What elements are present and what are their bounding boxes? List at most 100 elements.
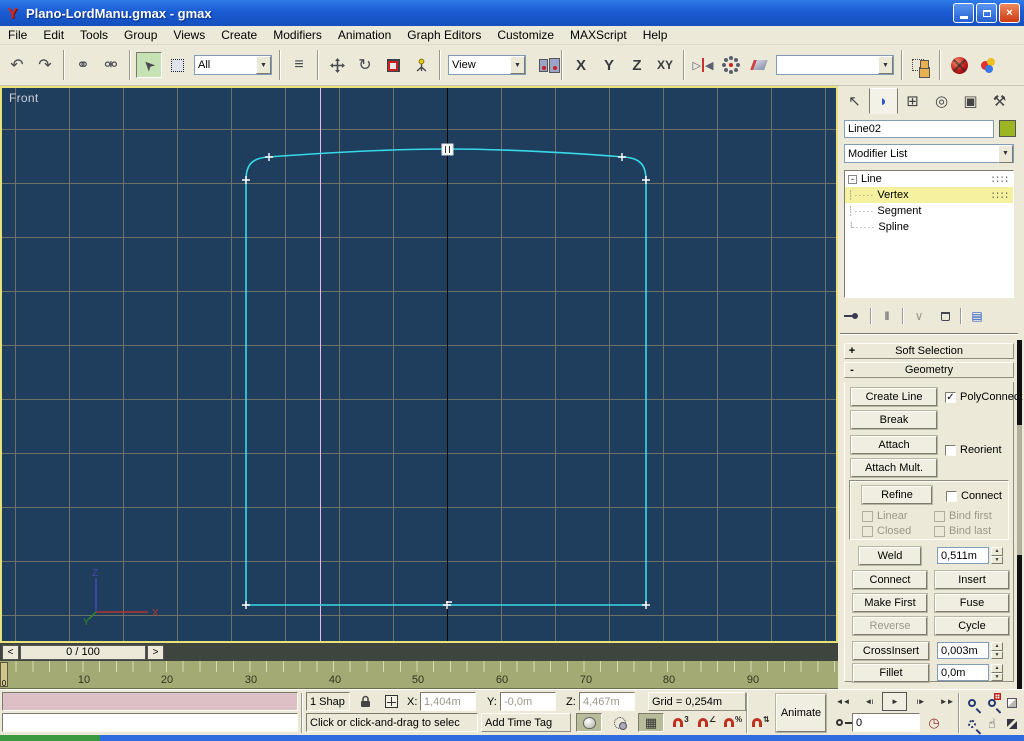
weld-spinner[interactable]: ▲▼ — [991, 547, 1003, 564]
object-name-input[interactable] — [844, 120, 994, 138]
maxscript-listener-pink[interactable] — [2, 692, 298, 711]
tab-modify[interactable]: ◗ — [869, 88, 898, 114]
dotted-selection-toggle-button[interactable] — [607, 713, 633, 732]
close-button[interactable]: × — [999, 3, 1020, 23]
menu-animation[interactable]: Animation — [330, 26, 399, 44]
use-pivot-center-button[interactable] — [530, 52, 556, 78]
polyconnect-checkbox[interactable]: ✓ PolyConnect — [945, 391, 1022, 403]
time-slider-prev-button[interactable]: < — [2, 645, 19, 660]
go-to-end-button[interactable]: ►► — [934, 692, 959, 711]
track-bar[interactable]: 0 10 20 30 40 50 60 70 80 90 — [0, 661, 838, 689]
fillet-field[interactable]: 0,0m — [937, 664, 989, 681]
create-line-button[interactable]: Create Line — [851, 388, 937, 406]
tab-motion[interactable]: ◎ — [927, 88, 956, 114]
make-unique-button[interactable]: ∨ — [908, 307, 930, 325]
refine-button[interactable]: Refine — [862, 486, 932, 504]
show-end-result-button[interactable]: ‖ — [876, 307, 898, 325]
configure-modifier-sets-button[interactable]: ▤ — [966, 307, 988, 325]
zoom-button[interactable] — [962, 692, 982, 713]
tab-hierarchy[interactable]: ⊞ — [898, 88, 927, 114]
remove-modifier-button[interactable] — [934, 307, 956, 325]
play-button[interactable]: ► — [882, 692, 907, 711]
time-slider-next-button[interactable]: > — [147, 645, 164, 660]
next-frame-button[interactable]: ı► — [908, 692, 933, 711]
x-coord-field[interactable]: 1,404m — [420, 692, 476, 711]
time-configuration-button[interactable]: ◷ — [924, 713, 944, 732]
stack-row-segment[interactable]: ┊····· Segment — [845, 203, 1013, 219]
stack-row-spline[interactable]: └····· Spline — [845, 219, 1013, 235]
front-viewport[interactable]: Front — [0, 86, 838, 643]
scrollbar-thumb[interactable] — [1017, 425, 1022, 555]
snaps-toggle-button[interactable]: 3 — [669, 713, 693, 732]
restrict-x-button[interactable]: X — [568, 52, 594, 78]
menu-customize[interactable]: Customize — [489, 26, 562, 44]
shaded-toggle-button[interactable] — [576, 713, 602, 732]
mirror-button[interactable]: ▷ ◀ — [690, 52, 716, 78]
spinner-up-icon[interactable]: ▲ — [991, 547, 1003, 556]
crossinsert-field[interactable]: 0,003m — [937, 642, 989, 659]
menu-tools[interactable]: Tools — [72, 26, 116, 44]
object-color-swatch[interactable] — [999, 120, 1016, 137]
minimize-button[interactable] — [953, 3, 974, 23]
go-to-start-button[interactable]: ◄◄ — [830, 692, 855, 711]
insert-button[interactable]: Insert — [935, 571, 1009, 589]
fillet-spinner[interactable]: ▲▼ — [991, 664, 1003, 681]
percent-snap-button[interactable]: % — [721, 713, 745, 732]
crossinsert-button[interactable]: CrossInsert — [853, 642, 929, 660]
linear-checkbox[interactable]: Linear — [862, 510, 908, 522]
unlink-selection-button[interactable]: ⚮ — [98, 52, 124, 78]
select-and-move-button[interactable] — [324, 52, 350, 78]
restore-button[interactable] — [976, 3, 997, 23]
select-and-rotate-button[interactable]: ↻ — [352, 52, 378, 78]
viewport-canvas[interactable]: Front — [2, 88, 836, 641]
attach-button[interactable]: Attach — [851, 436, 937, 454]
fuse-button[interactable]: Fuse — [935, 594, 1009, 612]
zoom-all-button[interactable] — [982, 692, 1002, 713]
align-button[interactable] — [746, 52, 772, 78]
angle-snap-button[interactable]: ∠ — [695, 713, 719, 732]
reverse-button[interactable]: Reverse — [853, 617, 927, 635]
stack-row-line[interactable]: - Line ∷∷ — [845, 171, 1013, 187]
reference-coordinate-dropdown[interactable]: View ▼ — [448, 55, 526, 75]
undo-button[interactable]: ↶ — [4, 52, 30, 78]
menu-create[interactable]: Create — [213, 26, 265, 44]
weld-threshold-field[interactable]: 0,511m — [937, 547, 989, 564]
pan-button[interactable]: ☝ — [982, 713, 1002, 734]
menu-graph-editors[interactable]: Graph Editors — [399, 26, 489, 44]
attach-mult-button[interactable]: Attach Mult. — [851, 459, 937, 477]
zoom-extents-button[interactable] — [1002, 692, 1022, 713]
select-and-link-button[interactable]: ⚭ — [70, 52, 96, 78]
menu-maxscript[interactable]: MAXScript — [562, 26, 635, 44]
region-zoom-button[interactable] — [962, 713, 982, 734]
select-and-scale-button[interactable] — [380, 52, 406, 78]
reorient-checkbox[interactable]: Reorient — [945, 444, 1002, 456]
selection-region-button[interactable] — [164, 52, 190, 78]
tab-display[interactable]: ▣ — [956, 88, 985, 114]
menu-group[interactable]: Group — [116, 26, 165, 44]
tab-create[interactable]: ↖ — [840, 88, 869, 114]
track-bar-frame-marker[interactable]: 0 — [0, 662, 8, 687]
crossinsert-spinner[interactable]: ▲▼ — [991, 642, 1003, 659]
named-selection-sets-dropdown[interactable]: ▼ — [776, 55, 894, 75]
z-coord-field[interactable]: 4,467m — [579, 692, 635, 711]
weld-button[interactable]: Weld — [859, 547, 921, 565]
material-editor-button[interactable] — [946, 52, 972, 78]
bind-first-checkbox[interactable]: Bind first — [934, 510, 992, 522]
select-object-button[interactable]: ➤ — [136, 52, 162, 78]
key-mode-button[interactable] — [830, 713, 848, 732]
y-coord-field[interactable]: -0,0m — [500, 692, 556, 711]
menu-views[interactable]: Views — [165, 26, 213, 44]
modifier-list-dropdown[interactable]: Modifier List ▼ — [844, 144, 1014, 163]
tab-utilities[interactable]: ⚒ — [985, 88, 1014, 114]
cube-toggle-button[interactable]: ▦ — [638, 713, 664, 732]
rollout-geometry[interactable]: - Geometry — [844, 362, 1014, 378]
maxscript-listener-input[interactable] — [2, 713, 298, 732]
time-slider[interactable]: 0 / 100 — [20, 645, 146, 660]
make-first-button[interactable]: Make First — [853, 594, 927, 612]
pin-stack-button[interactable] — [844, 307, 866, 325]
previous-frame-button[interactable]: ◄ı — [856, 692, 881, 711]
render-button[interactable] — [974, 52, 1000, 78]
restrict-z-button[interactable]: Z — [624, 52, 650, 78]
redo-button[interactable]: ↷ — [32, 52, 58, 78]
cycle-button[interactable]: Cycle — [935, 617, 1009, 635]
